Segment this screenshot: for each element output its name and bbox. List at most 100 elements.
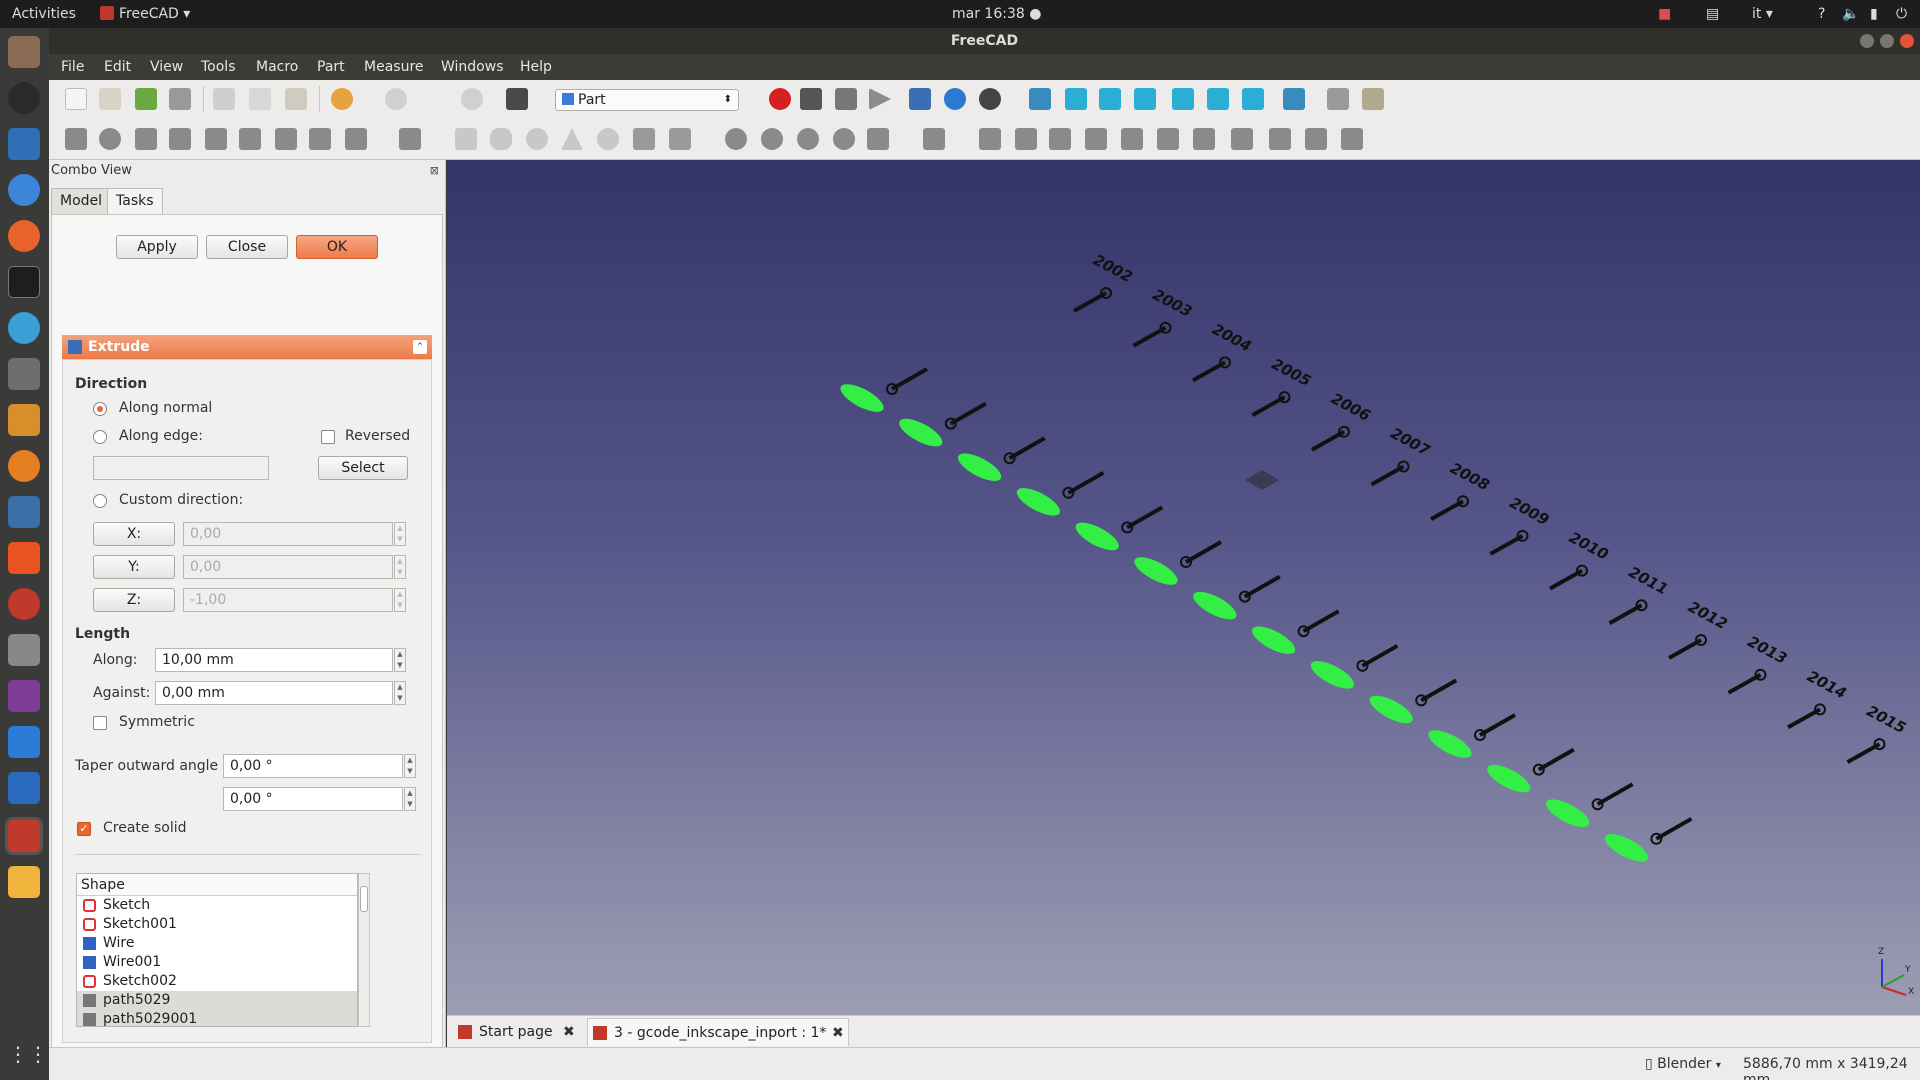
green-text-shape[interactable] (1425, 725, 1476, 763)
right-view-icon[interactable] (1134, 88, 1156, 110)
shape-list-scrollbar[interactable] (358, 873, 370, 1027)
cube-icon[interactable] (455, 128, 477, 150)
green-text-shape[interactable] (1542, 794, 1593, 832)
front-view-icon[interactable] (1065, 88, 1087, 110)
navigation-style[interactable]: ▯ Blender ▾ (1645, 1056, 1721, 1072)
extrude-icon[interactable] (65, 128, 87, 150)
reversed-checkbox[interactable] (321, 430, 335, 444)
measure-distance-icon[interactable] (1283, 88, 1305, 110)
tab-document[interactable]: 3 - gcode_inkscape_inport : 1* ✖ (587, 1018, 849, 1046)
cut-icon[interactable] (213, 88, 235, 110)
ok-button[interactable]: OK (296, 235, 378, 259)
writer-icon[interactable] (8, 128, 40, 160)
media-icon[interactable] (8, 680, 40, 712)
green-text-shape[interactable] (1248, 621, 1299, 659)
close-button[interactable]: Close (206, 235, 288, 259)
sweep-icon[interactable] (345, 128, 367, 150)
attachment-icon[interactable] (1231, 128, 1253, 150)
activities-button[interactable]: Activities (12, 0, 76, 28)
x-button[interactable]: X: (93, 522, 175, 546)
maximize-icon[interactable] (1880, 34, 1894, 48)
custom-direction-radio[interactable] (93, 494, 107, 508)
shape-list-item[interactable]: Wire001 (77, 953, 357, 972)
green-text-shape[interactable] (895, 413, 946, 451)
z-spin-icon[interactable]: ▲ ▼ (394, 588, 406, 612)
green-text-shape[interactable] (1189, 586, 1240, 624)
primitives-icon[interactable] (669, 128, 691, 150)
software-center-icon[interactable] (8, 542, 40, 574)
pin-shape[interactable] (1243, 574, 1281, 599)
network-icon[interactable] (8, 726, 40, 758)
collapse-icon[interactable]: ⌃ (413, 340, 427, 354)
check-geometry-icon[interactable] (1015, 128, 1037, 150)
panel-float-icon[interactable]: ⊠ (430, 164, 439, 177)
shape-column-header[interactable]: Shape (77, 874, 357, 896)
taper2-spin-icon[interactable]: ▲ ▼ (404, 787, 416, 811)
close-tab-icon[interactable]: ✖ (832, 1019, 844, 1047)
split-tools-icon[interactable] (923, 128, 945, 150)
power-icon[interactable]: ⏻ (1896, 0, 1907, 28)
green-text-shape[interactable] (1307, 656, 1358, 694)
menu-help[interactable]: Help (520, 54, 552, 80)
record-macro-icon[interactable] (769, 88, 791, 110)
menu-macro[interactable]: Macro (256, 54, 298, 80)
copy-icon[interactable] (249, 88, 271, 110)
fit-selection-icon[interactable] (944, 88, 966, 110)
blender-icon[interactable] (8, 450, 40, 482)
battery-icon[interactable]: ▮ (1870, 0, 1878, 28)
taper1-spin-icon[interactable]: ▲ ▼ (404, 754, 416, 778)
torus-icon[interactable] (597, 128, 619, 150)
extrude-header[interactable]: Extrude ⌃ (62, 335, 432, 359)
chromium-icon[interactable] (8, 174, 40, 206)
intersection-icon[interactable] (833, 128, 855, 150)
new-document-icon[interactable] (65, 88, 87, 110)
bottom-view-icon[interactable] (1207, 88, 1229, 110)
pin-shape[interactable] (1420, 678, 1458, 703)
pin-shape[interactable] (1302, 609, 1340, 633)
volume-icon[interactable]: 🔈 (1842, 0, 1859, 28)
paste-icon[interactable] (285, 88, 307, 110)
symmetric-checkbox[interactable] (93, 716, 107, 730)
shape-list-item[interactable]: Sketch002 (77, 972, 357, 991)
x-field[interactable]: 0,00 (183, 522, 393, 546)
apply-button[interactable]: Apply (116, 235, 198, 259)
green-text-shape[interactable] (1072, 517, 1123, 555)
convert-to-solid-icon[interactable] (1341, 128, 1363, 150)
camera-icon[interactable] (8, 634, 40, 666)
green-text-shape[interactable] (1483, 759, 1534, 797)
against-length-field[interactable]: 0,00 mm (155, 681, 393, 705)
pin-shape[interactable] (1361, 644, 1399, 668)
pin-shape[interactable] (1185, 540, 1222, 564)
run-macro-icon[interactable] (869, 88, 891, 110)
chamfer-icon[interactable] (205, 128, 227, 150)
menu-windows[interactable]: Windows (441, 54, 504, 80)
along-edge-radio[interactable] (93, 430, 107, 444)
cross-sections-icon[interactable] (1121, 128, 1143, 150)
draw-style-icon[interactable] (979, 88, 1001, 110)
green-text-shape[interactable] (1131, 552, 1182, 590)
clipboard-icon[interactable]: ▤ (1706, 0, 1719, 28)
pin-shape[interactable] (1596, 782, 1634, 806)
shape-list[interactable]: Shape Sketch Sketch001 Wire Wire001 Sketch00… (76, 873, 358, 1027)
defeaturing-icon[interactable] (1049, 128, 1071, 150)
show-apps-icon[interactable]: ⋮⋮ (8, 1038, 48, 1070)
terminal-icon[interactable] (8, 266, 40, 298)
virtualbox-icon[interactable] (8, 772, 40, 804)
workbench-selector[interactable]: Part ⬍ (555, 89, 739, 111)
shape-from-mesh-icon[interactable] (1305, 128, 1327, 150)
edit-macro-icon[interactable] (835, 88, 857, 110)
loft-icon[interactable] (309, 128, 331, 150)
whats-this-icon[interactable] (506, 88, 528, 110)
stop-macro-icon[interactable] (800, 88, 822, 110)
pin-shape[interactable] (1537, 747, 1575, 772)
tab-model[interactable]: Model (51, 188, 112, 214)
print-icon[interactable] (169, 88, 191, 110)
y-button[interactable]: Y: (93, 555, 175, 579)
select-button[interactable]: Select (318, 456, 408, 480)
fillet-icon[interactable] (169, 128, 191, 150)
menu-measure[interactable]: Measure (364, 54, 424, 80)
shape-list-item[interactable]: Sketch (77, 896, 357, 915)
refresh-icon[interactable] (461, 88, 483, 110)
inkscape-icon[interactable] (8, 82, 40, 114)
thickness-icon[interactable] (399, 128, 421, 150)
